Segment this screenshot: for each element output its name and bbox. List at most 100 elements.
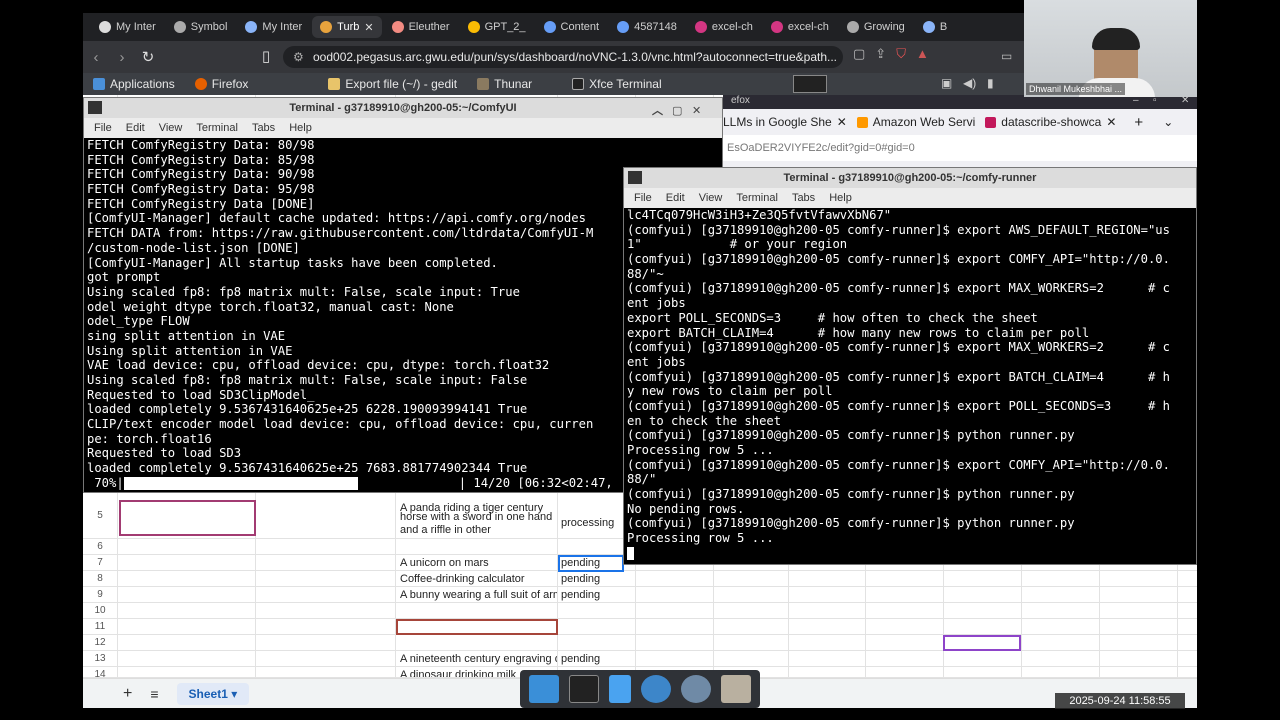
web-browser-icon[interactable] <box>641 675 671 703</box>
close-icon[interactable]: ✕ <box>837 115 847 129</box>
panel-task-gedit[interactable]: Export file (~/) - gedit <box>318 73 467 95</box>
panel-item-label: Xfce Terminal <box>589 77 662 91</box>
vnc-icon <box>320 21 333 33</box>
sheet-tab[interactable]: Sheet1 ▾ <box>176 682 250 705</box>
status-cell[interactable]: pending <box>561 571 600 587</box>
menu-item[interactable]: View <box>159 118 183 138</box>
collaborator-selection <box>119 500 256 536</box>
address-bar-url: ood002.pegasus.arc.gwu.edu/pun/sys/dashb… <box>313 50 838 64</box>
github-icon <box>99 21 111 33</box>
gedit-icon <box>328 78 341 90</box>
panel-task-terminal[interactable]: Xfce Terminal <box>562 73 671 95</box>
prompt-cell[interactable]: A dinosaur drinking milk <box>400 667 516 677</box>
close-icon[interactable]: ✕ <box>1106 115 1116 129</box>
menu-item[interactable]: File <box>634 188 652 208</box>
menu-item[interactable]: Terminal <box>196 118 238 138</box>
sidebar-icon[interactable]: ▭ <box>1001 49 1012 63</box>
terminal-cursor <box>627 546 634 560</box>
applications-icon <box>93 78 105 90</box>
all-sheets-icon[interactable]: ≡ <box>150 686 158 702</box>
browser-tab[interactable]: excel-ch <box>763 16 837 38</box>
prompt-cell[interactable]: A unicorn on mars <box>400 555 489 571</box>
menu-item[interactable]: File <box>94 118 112 138</box>
terminal-line: ent jobs <box>627 354 686 369</box>
terminal-icon[interactable] <box>569 675 599 703</box>
prompt-cell[interactable]: Coffee-drinking calculator <box>400 571 525 587</box>
row-number: 5 <box>97 510 103 521</box>
brave-shield-icon[interactable]: ⛉ <box>896 46 906 62</box>
aws-icon <box>856 116 868 128</box>
power-icon[interactable]: ▮ <box>987 76 994 90</box>
menu-item[interactable]: Edit <box>126 118 145 138</box>
menu-item[interactable]: Help <box>289 118 312 138</box>
menu-item[interactable]: Help <box>829 188 852 208</box>
terminal-icon <box>88 101 102 114</box>
row-number: 6 <box>97 541 103 552</box>
status-cell[interactable]: processing <box>561 515 614 531</box>
prompt-cell[interactable]: A bunny wearing a full suit of armo <box>400 587 557 603</box>
tab-label: B <box>939 21 948 33</box>
network-icon[interactable]: ▣ <box>941 76 952 90</box>
workspace-switcher[interactable] <box>793 75 827 93</box>
menu-item[interactable]: Tabs <box>252 118 275 138</box>
brave-rewards-icon[interactable]: ▲ <box>916 46 929 62</box>
terminal-line: (comfyui) [g37189910@gh200-05 comfy-runn… <box>627 340 1170 355</box>
browser-tab[interactable]: Growing <box>839 16 913 38</box>
browser-tab[interactable]: excel-ch <box>687 16 761 38</box>
search-icon[interactable] <box>681 675 711 703</box>
firefox-address-bar[interactable]: EsOaDER2VIYFE2c/edit?gid=0#gid=0 <box>723 135 1197 161</box>
status-cell[interactable]: pending <box>561 587 600 603</box>
progress-bar <box>123 476 459 490</box>
browser-tab[interactable]: 4587148 <box>609 16 685 38</box>
add-sheet-icon[interactable]: + <box>123 685 132 703</box>
tab-label: Content <box>560 21 600 33</box>
tab-label: My Inter <box>262 21 303 33</box>
forward-icon[interactable]: › <box>109 49 135 66</box>
firefox-tab[interactable]: datascribe-showca ✕ <box>985 115 1116 129</box>
bookmark-icon[interactable]: ▯ <box>253 47 279 65</box>
browser-tab[interactable]: Content <box>536 16 608 38</box>
prompt-cell[interactable]: and a riffle in other <box>400 522 491 538</box>
close-icon[interactable]: ✕ <box>364 21 373 34</box>
panel-firefox-launcher[interactable]: Firefox <box>185 73 259 95</box>
file-manager-icon[interactable] <box>609 675 631 703</box>
folder-icon[interactable] <box>721 675 751 703</box>
panel-task-thunar[interactable]: Thunar <box>467 73 542 95</box>
address-bar[interactable]: ⚙ ood002.pegasus.arc.gwu.edu/pun/sys/das… <box>283 46 843 68</box>
reload-icon[interactable]: ↻ <box>135 48 161 66</box>
firefox-tab[interactable]: Amazon Web Servi <box>856 115 975 129</box>
browser-tab[interactable]: My Inter <box>91 16 164 38</box>
browser-tab[interactable]: GPT_2_ <box>460 16 534 38</box>
browser-tab[interactable]: B <box>915 16 955 38</box>
terminal-line: 88/"~ <box>627 266 664 281</box>
browser-tab[interactable]: Eleuther <box>384 16 458 38</box>
firefox-tab[interactable]: LLMs in Google She ✕ <box>723 115 847 129</box>
row-number: 13 <box>94 653 106 664</box>
new-tab-icon[interactable]: + <box>1134 114 1143 131</box>
volume-icon[interactable]: ◀) <box>963 76 976 90</box>
prompt-cell[interactable]: A nineteenth century engraving of <box>400 651 557 667</box>
menu-item[interactable]: Edit <box>666 188 685 208</box>
terminal-line: FETCH ComfyRegistry Data: 85/98 <box>87 152 315 167</box>
openai-icon <box>173 21 186 33</box>
browser-tab[interactable]: My Inter <box>237 16 310 38</box>
status-cell-selected[interactable]: pending <box>558 555 624 572</box>
terminal-output[interactable]: lc4TCq079HcW3iH3+Ze3Q5fvtVfawvXbN67" (com… <box>624 208 1196 564</box>
table-row: 10 <box>83 603 1197 619</box>
share-icon[interactable]: ⇪ <box>875 46 886 62</box>
status-cell[interactable]: pending <box>561 651 600 667</box>
tab-label: Growing <box>863 21 905 33</box>
menu-item[interactable]: View <box>699 188 723 208</box>
chevron-down-icon[interactable]: ⌄ <box>1163 115 1173 129</box>
show-desktop-icon[interactable] <box>529 675 559 703</box>
browser-tab[interactable]: Turb ✕ <box>312 16 382 38</box>
browser-tab[interactable]: Symbol <box>166 16 236 38</box>
menu-item[interactable]: Terminal <box>736 188 778 208</box>
chevron-down-icon[interactable]: ▾ <box>231 687 237 701</box>
menu-item[interactable]: Tabs <box>792 188 815 208</box>
site-info-icon[interactable]: ⚙ <box>293 46 304 68</box>
copy-icon[interactable]: ▢ <box>853 46 865 62</box>
back-icon[interactable]: ‹ <box>83 49 109 66</box>
panel-applications-menu[interactable]: Applications <box>83 73 185 95</box>
progress-percent: 70%| <box>87 475 124 490</box>
